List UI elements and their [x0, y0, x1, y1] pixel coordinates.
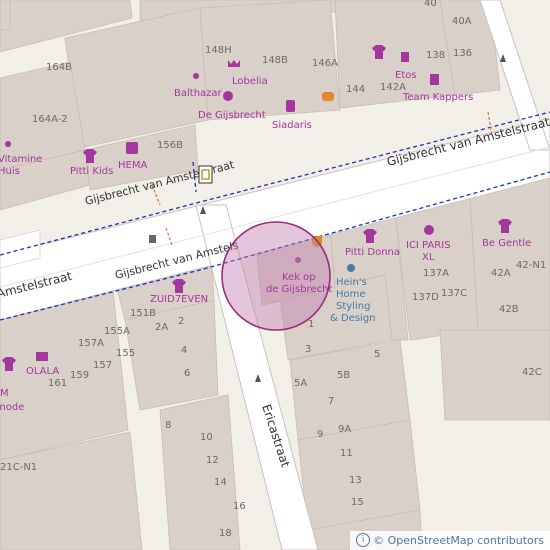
housenumber-11: 11: [340, 448, 353, 459]
housenumber-4: 4: [181, 345, 187, 356]
housenumber-12: 12: [206, 455, 219, 466]
poi-siadaris: Siadaris: [272, 120, 312, 131]
poi-heins-line3: Styling: [336, 301, 370, 312]
shop-dot-icon: [5, 141, 11, 147]
poi-heins-line4: & Design: [330, 313, 376, 324]
bus-stop-icon: [198, 165, 213, 184]
housenumber-137d: 137D: [412, 292, 439, 303]
housenumber-138: 138: [426, 50, 445, 61]
housenumber-148h: 148H: [205, 45, 232, 56]
housenumber-155a: 155A: [104, 326, 130, 337]
housenumber-164a-2: 164A-2: [32, 114, 68, 125]
housenumber-155: 155: [116, 348, 135, 359]
housenumber-164b: 164B: [46, 62, 72, 73]
poi-olala: OLALA: [26, 366, 59, 377]
housenumber-9a: 9A: [338, 424, 351, 435]
housenumber-9: 9: [317, 429, 323, 440]
housenumber-5a: 5A: [294, 378, 307, 389]
poi-be-gentle: Be Gentle: [482, 238, 531, 249]
housenumber-1: 1: [308, 319, 314, 330]
gift-icon: [36, 352, 48, 361]
poi-etos: Etos: [395, 70, 417, 81]
housenumber-151b: 151B: [130, 308, 156, 319]
poi-heins-line2: Home: [336, 289, 366, 300]
housenumber-146a: 146A: [312, 58, 338, 69]
info-icon: [347, 264, 355, 272]
poi-vitamine-line2: Huis: [0, 166, 20, 177]
housenumber-137c: 137C: [441, 288, 467, 299]
housenumber-42c: 42C: [522, 367, 542, 378]
housenumber-18: 18: [219, 528, 232, 539]
marker-label-line2: de Gijsbrecht: [266, 284, 332, 295]
housenumber-42b: 42B: [499, 304, 519, 315]
marker-label-line1: Kek op: [282, 272, 316, 283]
housenumber-6: 6: [184, 368, 190, 379]
attribution-info-icon[interactable]: i: [356, 533, 371, 547]
poi-m-mode-line1: M: [0, 388, 9, 399]
poi-zuid7even: ZUID7EVEN: [150, 294, 208, 305]
housenumber-15: 15: [351, 497, 364, 508]
housenumber-10: 10: [200, 432, 213, 443]
waste-basket-icon: [149, 235, 156, 243]
poi-vitamine-line1: Vitamine: [0, 154, 42, 165]
poi-de-gijsbrecht: De Gijsbrecht: [198, 110, 266, 121]
map-canvas[interactable]: Gijsbrecht van Amstelstraat Gijsbrecht v…: [0, 0, 550, 550]
poi-pitti-kids: Pitti Kids: [70, 166, 113, 177]
housenumber-144: 144: [346, 84, 365, 95]
poi-pitti-donna: Pitti Donna: [345, 247, 400, 258]
poi-team-kappers: Team Kappers: [402, 92, 473, 103]
poi-ici-paris-line2: XL: [422, 252, 435, 263]
poi-ici-paris-line1: ICI PARIS: [406, 240, 451, 251]
housenumber-42-n1: 42-N1: [516, 260, 546, 271]
housenumber-40a: 40A: [452, 16, 472, 27]
attribution-text[interactable]: © OpenStreetMap contributors: [373, 534, 544, 547]
housenumber-16: 16: [233, 501, 246, 512]
housenumber-136: 136: [453, 48, 472, 59]
pharmacy-icon: [401, 52, 409, 62]
housenumber-137a: 137A: [423, 268, 449, 279]
poi-balthazar: Balthazar: [174, 88, 223, 99]
poi-lobelia: Lobelia: [232, 76, 268, 87]
housenumber-161: 161: [48, 378, 67, 389]
housenumber-3: 3: [305, 344, 311, 355]
housenumber-5b: 5B: [337, 370, 350, 381]
housenumber-7: 7: [328, 396, 334, 407]
cosmetics-icon: [286, 100, 295, 112]
housenumber-21c-n1: 21C-N1: [0, 462, 37, 473]
poi-heins-line1: Hein's: [336, 277, 367, 288]
housenumber-8: 8: [165, 420, 171, 431]
shop-dot-icon: [193, 73, 199, 79]
housenumber-2a: 2A: [155, 322, 168, 333]
housenumber-156b: 156B: [157, 140, 183, 151]
housenumber-157a: 157A: [78, 338, 104, 349]
housenumber-40: 40: [424, 0, 437, 9]
perfume-icon: [424, 225, 434, 235]
housenumber-13: 13: [349, 475, 362, 486]
housenumber-148b: 148B: [262, 55, 288, 66]
housenumber-5: 5: [374, 349, 380, 360]
housenumber-42a: 42A: [491, 268, 511, 279]
housenumber-159: 159: [70, 370, 89, 381]
department-store-icon: [126, 142, 138, 154]
housenumber-157: 157: [93, 360, 112, 371]
map-attribution[interactable]: i © OpenStreetMap contributors: [350, 531, 550, 550]
housenumber-14: 14: [214, 477, 227, 488]
poi-hema: HEMA: [118, 160, 147, 171]
housenumber-2: 2: [178, 316, 184, 327]
greengrocer-icon: [223, 91, 233, 101]
hairdresser-icon: [430, 74, 439, 85]
poi-m-mode-line2: mode: [0, 402, 24, 413]
fastfood-icon: [322, 92, 334, 101]
